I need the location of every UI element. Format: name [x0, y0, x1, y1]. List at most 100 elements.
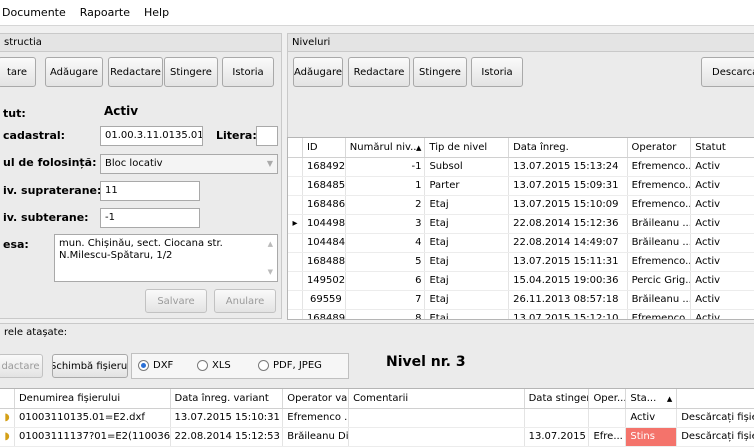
levels-cell: 168489 — [303, 310, 346, 319]
levels-cell: 69559 — [303, 291, 346, 309]
levels-download-button[interactable]: Descarca fi — [701, 57, 754, 87]
file-cell: Activ — [626, 409, 678, 427]
col-reg-date[interactable]: Data înreg. — [509, 138, 628, 157]
levels-edit-button[interactable]: Redactare — [348, 57, 410, 87]
col-status[interactable]: Statut — [691, 138, 754, 157]
file-cell: Efre... — [589, 428, 627, 446]
address-field[interactable]: mun. Chișinău, sect. Ciocana str. N.Mile… — [54, 234, 278, 282]
floors-below-field[interactable]: -1 — [100, 208, 200, 228]
radio-pdf-label: PDF, JPEG — [273, 360, 322, 371]
history-button[interactable]: Istoria — [222, 57, 274, 87]
floors-above-field[interactable]: 11 — [100, 181, 200, 201]
levels-cell: 1 — [346, 177, 426, 195]
table-row[interactable]: 168489 8 Etaj 13.07.2015 15:12:10 Efremenco.… — [288, 310, 754, 319]
col-level-number-label: Numărul niv... — [349, 142, 420, 153]
usage-select[interactable]: Bloc locativ ▼ — [100, 154, 278, 174]
current-row-arrow-icon: ▸ — [288, 215, 303, 233]
levels-panel: Niveluri Adăugare Redactare Stingere Ist… — [287, 33, 754, 320]
row-indicator-header — [288, 138, 303, 157]
col-level-type[interactable]: Tip de nivel — [425, 138, 510, 157]
levels-cell: 104498 — [303, 215, 346, 233]
litera-field[interactable] — [256, 126, 278, 146]
levels-cell: Efremenco... — [628, 253, 692, 271]
radio-xls[interactable]: XLS — [197, 360, 231, 371]
table-row[interactable]: 168485 1 Parter 13.07.2015 15:09:31 Efremenc… — [288, 177, 754, 196]
levels-cell: 4 — [346, 234, 426, 252]
col-variant-operator[interactable]: Operator va... — [283, 389, 350, 408]
table-row[interactable]: 149502 6 Etaj 15.04.2015 19:00:36 Percic Gri… — [288, 272, 754, 291]
floors-above-label: iv. supraterane: — [3, 184, 102, 197]
download-file-link[interactable]: Descărcați fișierul — [677, 428, 754, 446]
col-status-short[interactable]: Sta... ▲ — [626, 389, 678, 408]
col-extinguish-date[interactable]: Data stingere — [525, 389, 590, 408]
col-comments[interactable]: Comentarii — [349, 389, 525, 408]
levels-add-button[interactable]: Adăugare — [293, 57, 343, 87]
levels-cell: Efremenco... — [628, 158, 692, 176]
file-cell — [349, 428, 525, 446]
col-operator[interactable]: Operator — [628, 138, 692, 157]
files-table: Denumirea fișierului Data înreg. variant… — [0, 388, 754, 447]
menu-rapoarte[interactable]: Rapoarte — [80, 6, 130, 19]
levels-cell: Efremenco... — [628, 177, 692, 195]
level-title: Nivel nr. 3 — [386, 354, 466, 370]
left-first-button[interactable]: tare — [0, 57, 36, 87]
sort-ascending-icon: ▲ — [416, 144, 422, 152]
col-level-number[interactable]: Numărul niv... ▲ — [346, 138, 426, 157]
col-id[interactable]: ID — [303, 138, 346, 157]
table-row[interactable]: ▸ 104498 3 Etaj 22.08.2014 15:12:36 Brăileanu… — [288, 215, 754, 234]
levels-cell: 168492 — [303, 158, 346, 176]
file-row[interactable]: ◗01003111137?01=E2(110036).dxf22.08.2014… — [0, 428, 754, 447]
file-cell — [349, 409, 525, 427]
address-text: mun. Chișinău, sect. Ciocana str. N.Mile… — [59, 238, 223, 261]
file-icon: ◗ — [0, 428, 15, 446]
files-edit-button[interactable]: dactare — [0, 354, 43, 378]
table-row[interactable]: 168486 2 Etaj 13.07.2015 15:10:09 Efremenco.… — [288, 196, 754, 215]
levels-panel-title: Niveluri — [288, 34, 754, 52]
col-filename[interactable]: Denumirea fișierului — [15, 389, 171, 408]
file-cell: Efremenco ... — [283, 409, 350, 427]
levels-cell: 13.07.2015 15:09:31 — [509, 177, 628, 195]
cadastral-field[interactable]: 01.00.3.11.0135.01 — [100, 126, 203, 146]
status-label: tut: — [3, 107, 26, 120]
files-panel: rele atașate: dactare Schimbă fișierul D… — [0, 323, 754, 447]
sort-ascending-icon: ▲ — [666, 395, 673, 403]
save-button[interactable]: Salvare — [145, 289, 207, 313]
change-file-button[interactable]: Schimbă fișierul — [52, 354, 128, 378]
levels-cell: 7 — [346, 291, 426, 309]
levels-cell: Etaj — [425, 215, 510, 233]
levels-cell: Percic Grig... — [628, 272, 692, 290]
levels-cell: 3 — [346, 215, 426, 233]
menu-help[interactable]: Help — [144, 6, 169, 19]
row-indicator — [288, 310, 303, 319]
row-indicator — [288, 291, 303, 309]
extinguish-button[interactable]: Stingere — [164, 57, 218, 87]
levels-cell: Activ — [695, 218, 721, 229]
levels-cell: Etaj — [425, 272, 510, 290]
col-variant-date[interactable]: Data înreg. variant — [171, 389, 284, 408]
radio-dxf[interactable]: DXF — [138, 360, 173, 371]
table-row[interactable]: 69559 7 Etaj 26.11.2013 08:57:18 Brăileanu .… — [288, 291, 754, 310]
levels-cell: Efremenco... — [628, 310, 692, 319]
usage-select-value: Bloc locativ — [105, 158, 163, 169]
file-cell: 01003111137?01=E2(110036).dxf — [15, 428, 171, 446]
table-row[interactable]: 104484 4 Etaj 22.08.2014 14:49:07 Brăileanu … — [288, 234, 754, 253]
levels-cell: Etaj — [425, 253, 510, 271]
radio-pdf-circle — [258, 360, 269, 371]
table-row[interactable]: 168488 5 Etaj 13.07.2015 15:11:31 Efremenco.… — [288, 253, 754, 272]
cadastral-label: cadastral: — [3, 129, 66, 142]
cancel-button[interactable]: Anulare — [214, 289, 276, 313]
edit-button[interactable]: Redactare — [108, 57, 163, 87]
levels-extinguish-button[interactable]: Stingere — [413, 57, 467, 87]
radio-pdf[interactable]: PDF, JPEG — [258, 360, 322, 371]
file-row[interactable]: ◗ 01003110135.01=E2.dxf 13.07.2015 15:10:3… — [0, 409, 754, 428]
levels-history-button[interactable]: Istoria — [471, 57, 523, 87]
col-operator-short[interactable]: Oper... — [589, 389, 627, 408]
add-button[interactable]: Adăugare — [45, 57, 103, 87]
levels-cell: Activ — [695, 180, 721, 191]
download-file-link[interactable]: Descărcați fișierul — [677, 409, 754, 427]
table-row[interactable]: 168492 -1 Subsol 13.07.2015 15:13:24 Efremen… — [288, 158, 754, 177]
levels-cell: Activ — [695, 237, 721, 248]
menu-documente[interactable]: Documente — [2, 6, 66, 19]
radio-dxf-circle — [138, 360, 149, 371]
levels-cell: 149502 — [303, 272, 346, 290]
